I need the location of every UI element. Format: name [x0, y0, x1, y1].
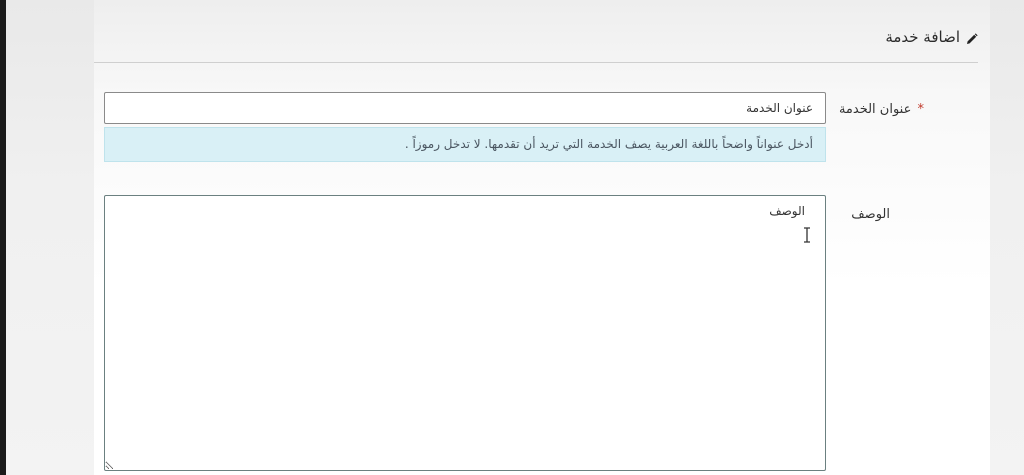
- page-title-text: اضافة خدمة: [885, 28, 960, 46]
- service-title-label: * عنوان الخدمة: [839, 102, 924, 117]
- page: اضافة خدمة * عنوان الخدمة أدخل عنواناً و…: [6, 0, 1024, 475]
- description-textarea[interactable]: الوصف: [104, 195, 826, 471]
- service-title-input[interactable]: [104, 92, 826, 124]
- text-cursor-icon: [803, 227, 811, 243]
- description-label: الوصف: [851, 207, 890, 222]
- service-title-label-text: عنوان الخدمة: [838, 102, 912, 117]
- panel-header: اضافة خدمة: [94, 0, 990, 62]
- required-mark: *: [917, 102, 925, 117]
- pencil-icon: [966, 31, 978, 44]
- service-title-hint: أدخل عنواناً واضحاً باللغة العربية يصف ا…: [104, 127, 826, 162]
- add-service-panel: اضافة خدمة * عنوان الخدمة أدخل عنواناً و…: [94, 0, 990, 475]
- header-divider: [94, 62, 978, 63]
- page-title: اضافة خدمة: [885, 28, 978, 46]
